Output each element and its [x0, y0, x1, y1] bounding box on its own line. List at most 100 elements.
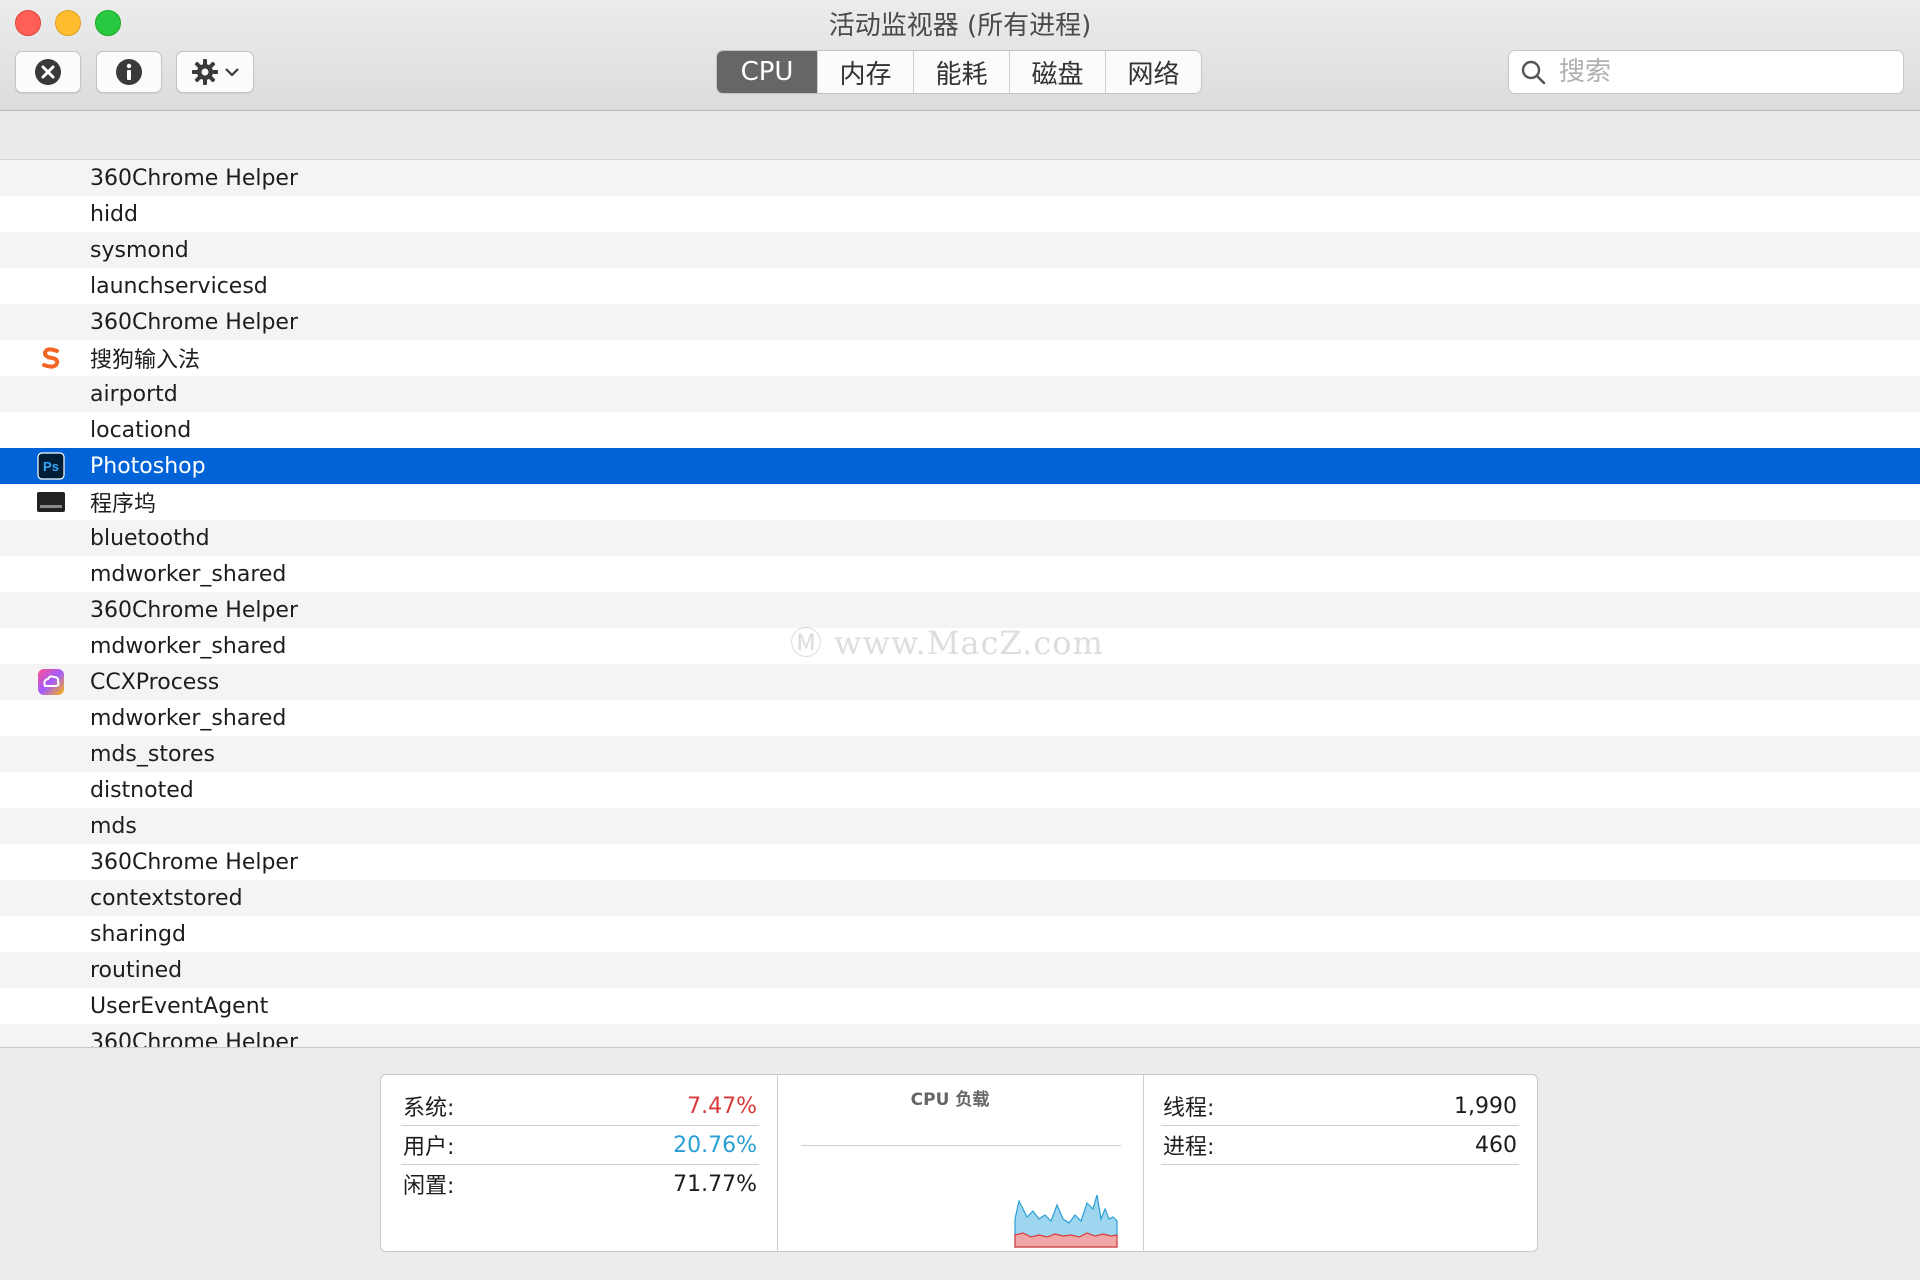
idle-value: 71.77% — [673, 1171, 757, 1197]
column-header-bar[interactable] — [0, 111, 1920, 160]
process-name: launchservicesd — [90, 273, 268, 299]
process-name: mdworker_shared — [90, 633, 287, 659]
process-name: 360Chrome Helper — [90, 165, 299, 191]
process-name: mdworker_shared — [90, 705, 287, 731]
process-name: distnoted — [90, 777, 194, 803]
processes-stat: 进程: 460 — [1161, 1126, 1519, 1165]
processes-label: 进程: — [1163, 1135, 1215, 1160]
stats-box: 系统: 7.47% 用户: 20.76% 闲置: 71.77% CPU 负载 线… — [380, 1074, 1538, 1252]
process-name: 360Chrome Helper — [90, 309, 299, 335]
process-name: sysmond — [90, 237, 189, 263]
dock-icon — [37, 492, 65, 512]
creative-cloud-icon — [38, 669, 64, 695]
inspect-process-button[interactable] — [96, 51, 162, 93]
process-row[interactable]: 360Chrome Helper — [0, 844, 1920, 880]
process-name: sharingd — [90, 921, 186, 947]
process-row[interactable]: 搜狗输入法 — [0, 340, 1920, 376]
cpu-load-title: CPU 负载 — [910, 1090, 990, 1110]
process-row[interactable]: locationd — [0, 412, 1920, 448]
process-row[interactable]: airportd — [0, 376, 1920, 412]
process-name: 程序坞 — [90, 492, 157, 517]
process-name: locationd — [90, 417, 192, 443]
photoshop-icon: Ps — [37, 452, 65, 480]
tab-disk[interactable]: 磁盘 — [1009, 51, 1105, 93]
process-name: UserEventAgent — [90, 993, 269, 1019]
search-icon — [1521, 60, 1546, 85]
creative-cloud-icon — [36, 668, 66, 696]
user-label: 用户: — [403, 1135, 455, 1160]
process-row[interactable]: 360Chrome Helper — [0, 304, 1920, 340]
process-name: mds — [90, 813, 137, 839]
thread-process-stats: 线程: 1,990 进程: 460 — [1161, 1087, 1519, 1165]
gear-icon — [192, 59, 218, 85]
cpu-load-section: CPU 负载 — [777, 1075, 1123, 1251]
process-name: Photoshop — [90, 453, 206, 479]
process-row[interactable]: launchservicesd — [0, 268, 1920, 304]
watermark: Ⓜ www.MacZ.com — [790, 624, 1104, 662]
process-row[interactable]: 360Chrome Helper — [0, 1024, 1920, 1047]
user-stat: 用户: 20.76% — [401, 1126, 759, 1165]
system-stat: 系统: 7.47% — [401, 1087, 759, 1126]
process-name: contextstored — [90, 885, 243, 911]
process-row[interactable]: hidd — [0, 196, 1920, 232]
process-list: 360Chrome Helper hidd sysmond launchservice… — [0, 160, 1920, 1047]
threads-stat: 线程: 1,990 — [1161, 1087, 1519, 1126]
photoshop-icon: Ps — [36, 452, 66, 480]
idle-label: 闲置: — [403, 1174, 455, 1199]
process-name: 360Chrome Helper — [90, 1029, 299, 1048]
cpu-load-graph — [1014, 1194, 1118, 1248]
process-row[interactable]: 360Chrome Helper — [0, 160, 1920, 196]
process-name: CCXProcess — [90, 669, 220, 695]
search-input[interactable] — [1557, 56, 1881, 88]
process-row[interactable]: UserEventAgent — [0, 988, 1920, 1024]
cpu-summary-panel: 系统: 7.47% 用户: 20.76% 闲置: 71.77% CPU 负载 线… — [0, 1047, 1920, 1280]
process-name: bluetoothd — [90, 525, 210, 551]
process-row[interactable]: sharingd — [0, 916, 1920, 952]
toolbar: 活动监视器 (所有进程) CPU 内存 能耗 磁盘 网络 搜索 — [0, 0, 1920, 111]
process-row[interactable]: Ps Photoshop — [0, 448, 1920, 484]
threads-value: 1,990 — [1454, 1093, 1517, 1119]
user-value: 20.76% — [673, 1132, 757, 1158]
sogou-icon — [38, 345, 64, 371]
tab-cpu[interactable]: CPU — [717, 51, 817, 93]
process-row[interactable]: mds — [0, 808, 1920, 844]
process-name: routined — [90, 957, 183, 983]
process-name: 360Chrome Helper — [90, 597, 299, 623]
cpu-usage-stats: 系统: 7.47% 用户: 20.76% 闲置: 71.77% — [401, 1087, 759, 1203]
process-row[interactable]: 程序坞 — [0, 484, 1920, 520]
process-name: mdworker_shared — [90, 561, 287, 587]
process-name: 搜狗输入法 — [90, 348, 201, 373]
system-label: 系统: — [403, 1096, 455, 1121]
process-row[interactable]: mdworker_shared — [0, 700, 1920, 736]
sogou-icon — [36, 344, 66, 372]
process-row[interactable]: distnoted — [0, 772, 1920, 808]
process-row[interactable]: mdworker_shared — [0, 556, 1920, 592]
process-row[interactable]: routined — [0, 952, 1920, 988]
processes-value: 460 — [1475, 1132, 1517, 1158]
process-name: 360Chrome Helper — [90, 849, 299, 875]
tab-memory[interactable]: 内存 — [817, 51, 913, 93]
process-name: mds_stores — [90, 741, 215, 767]
idle-stat: 闲置: 71.77% — [401, 1165, 759, 1203]
cpu-load-rule — [801, 1145, 1121, 1146]
activity-monitor-window: 活动监视器 (所有进程) CPU 内存 能耗 磁盘 网络 搜索 360Chrom… — [0, 0, 1920, 1280]
stop-x-icon — [35, 59, 61, 85]
view-options-button[interactable] — [176, 51, 254, 93]
process-row[interactable]: contextstored — [0, 880, 1920, 916]
tab-energy[interactable]: 能耗 — [913, 51, 1009, 93]
info-icon — [116, 59, 142, 85]
process-row[interactable]: CCXProcess — [0, 664, 1920, 700]
process-row[interactable]: bluetoothd — [0, 520, 1920, 556]
stop-process-button[interactable] — [15, 51, 81, 93]
process-row[interactable]: sysmond — [0, 232, 1920, 268]
category-tabs: CPU 内存 能耗 磁盘 网络 — [716, 50, 1202, 94]
threads-label: 线程: — [1163, 1096, 1215, 1121]
tab-network[interactable]: 网络 — [1105, 51, 1201, 93]
chevron-down-icon — [225, 68, 239, 77]
system-value: 7.47% — [687, 1093, 757, 1119]
window-title: 活动监视器 (所有进程) — [828, 11, 1092, 41]
process-row[interactable]: mds_stores — [0, 736, 1920, 772]
process-name: hidd — [90, 201, 138, 227]
search-field[interactable] — [1508, 50, 1904, 94]
dock-icon — [36, 488, 66, 516]
